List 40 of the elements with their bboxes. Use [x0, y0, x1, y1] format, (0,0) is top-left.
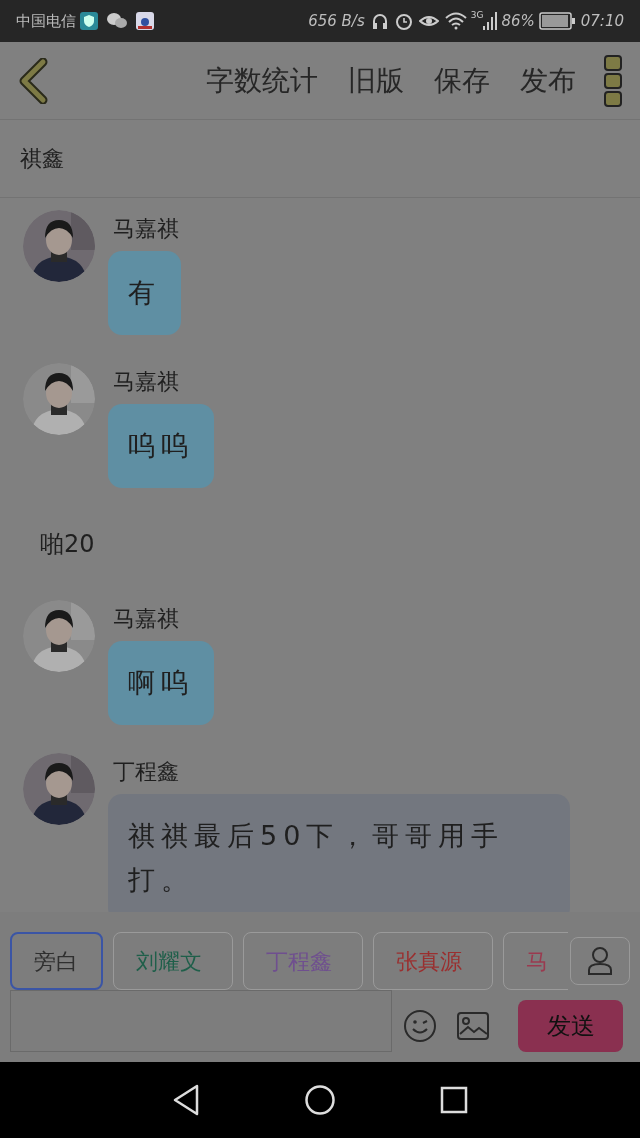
narration-text: 啪20	[40, 530, 95, 558]
network-speed: 656 B/s	[308, 10, 365, 32]
person-icon	[587, 946, 613, 976]
headphones-icon	[370, 12, 389, 30]
more-menu-icon[interactable]	[604, 54, 622, 107]
message-bubble: 呜呜	[108, 404, 214, 488]
home-nav-icon[interactable]	[304, 1084, 336, 1116]
sender-name: 丁程鑫	[113, 758, 180, 786]
battery-percent: 86%	[501, 10, 535, 32]
send-button[interactable]: 发送	[518, 1000, 623, 1052]
clock: 07:10	[580, 10, 624, 32]
sender-name: 马嘉祺	[113, 368, 180, 396]
eye-icon	[418, 13, 439, 29]
sender-name: 马嘉祺	[113, 605, 180, 633]
emoji-icon[interactable]	[403, 1009, 437, 1043]
paw-app-icon	[136, 12, 154, 30]
toolbar-link[interactable]: 旧版	[348, 59, 404, 102]
battery-icon	[538, 12, 575, 30]
back-nav-icon[interactable]	[172, 1084, 200, 1116]
story-title: 祺鑫	[20, 145, 64, 173]
alarm-icon	[394, 12, 413, 30]
network-type: 3G	[470, 9, 484, 22]
chat-app-icon	[106, 12, 128, 30]
message-bubble: 祺祺最后50下，哥哥用手打。	[108, 794, 570, 912]
toolbar-link[interactable]: 发布	[520, 59, 576, 102]
recents-nav-icon[interactable]	[440, 1086, 468, 1114]
toolbar-link[interactable]: 保存	[434, 59, 490, 102]
message-input[interactable]	[10, 990, 392, 1052]
character-button[interactable]	[570, 937, 630, 985]
shield-icon	[80, 12, 98, 30]
wifi-icon	[444, 12, 467, 30]
message-bubble: 啊呜	[108, 641, 214, 725]
image-icon[interactable]	[457, 1012, 489, 1040]
signal-icon	[483, 12, 500, 30]
sender-name: 马嘉祺	[113, 215, 180, 243]
back-icon[interactable]	[18, 57, 48, 104]
toolbar-link[interactable]: 字数统计	[206, 59, 318, 102]
carrier-name: 中国电信	[16, 10, 76, 32]
message-bubble: 有	[108, 251, 181, 335]
role-tab[interactable]: 张真源	[373, 932, 493, 990]
